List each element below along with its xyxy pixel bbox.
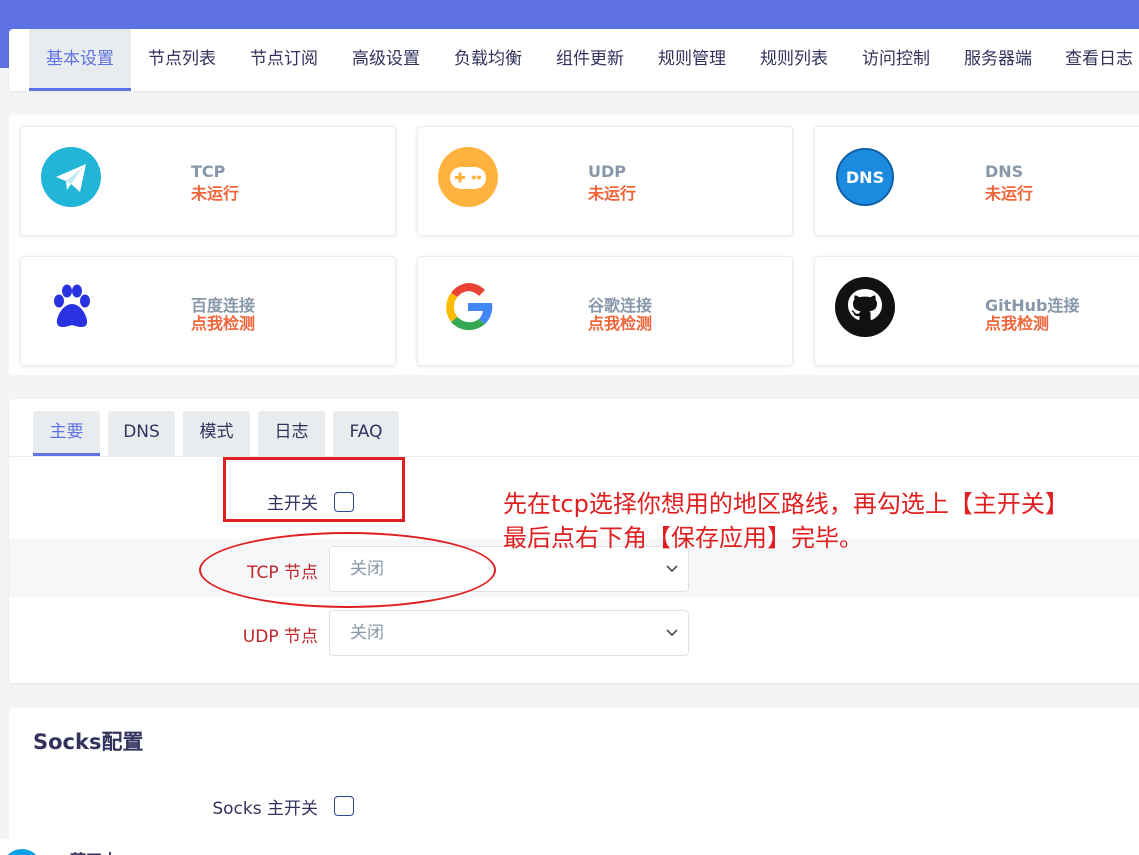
udp-node-label: UDP 节点 <box>242 627 318 647</box>
status-card-baidu[interactable]: 百度连接 点我检测 <box>20 256 396 366</box>
annotation-line-1: 先在tcp选择你想用的地区路线，再勾选上【主开关】 <box>503 490 1069 518</box>
status-panel: TCP 未运行 UDP 未运行 DNS DNS 未运行 百度连接 点我检测 谷歌… <box>9 115 1139 375</box>
tab-access-control[interactable]: 访问控制 <box>845 29 947 91</box>
subtab-log[interactable]: 日志 <box>258 411 325 456</box>
annotation-line-2: 最后点右下角【保存应用】完毕。 <box>503 524 863 552</box>
tab-advanced-settings[interactable]: 高级设置 <box>335 29 437 91</box>
gamepad-icon <box>438 147 498 207</box>
subtab-faq[interactable]: FAQ <box>333 411 399 456</box>
status-card-dns: DNS DNS 未运行 <box>814 126 1139 236</box>
udp-node-select-value: 关闭 <box>350 623 384 643</box>
card-title: UDP <box>588 162 626 181</box>
footer-partial: 蓝四中 <box>0 839 1139 855</box>
socks-panel: Socks配置 Socks 主开关 <box>9 708 1139 843</box>
subtab-divider <box>9 456 1139 457</box>
status-card-google[interactable]: 谷歌连接 点我检测 <box>417 256 793 366</box>
google-g-icon <box>438 277 498 337</box>
main-switch-label: 主开关 <box>267 494 318 514</box>
subtab-mode[interactable]: 模式 <box>183 411 250 456</box>
tcp-node-select-value: 关闭 <box>350 559 384 579</box>
socks-switch-label: Socks 主开关 <box>212 799 318 819</box>
github-icon <box>835 277 895 337</box>
tab-server-side[interactable]: 服务器端 <box>947 29 1049 91</box>
status-card-udp: UDP 未运行 <box>417 126 793 236</box>
card-title: TCP <box>191 162 226 181</box>
subtab-main[interactable]: 主要 <box>33 411 100 456</box>
card-status-value: 未运行 <box>985 184 1034 203</box>
card-status-value: 未运行 <box>191 184 240 203</box>
udp-node-select[interactable]: 关闭 <box>329 610 689 656</box>
chevron-down-icon <box>666 611 678 655</box>
tab-rule-list[interactable]: 规则列表 <box>743 29 845 91</box>
annotation-text: 先在tcp选择你想用的地区路线，再勾选上【主开关】 最后点右下角【保存应用】完毕… <box>503 487 1069 555</box>
tab-node-list[interactable]: 节点列表 <box>131 29 233 91</box>
tab-basic-settings[interactable]: 基本设置 <box>29 29 131 91</box>
svg-text:DNS: DNS <box>846 168 884 187</box>
main-switch-checkbox[interactable] <box>334 492 354 512</box>
main-tab-bar: 基本设置 节点列表 节点订阅 高级设置 负载均衡 组件更新 规则管理 规则列表 … <box>9 29 1139 91</box>
tab-node-subscribe[interactable]: 节点订阅 <box>233 29 335 91</box>
dns-icon: DNS <box>835 147 895 207</box>
check-link[interactable]: 点我检测 <box>985 310 1049 334</box>
status-card-github[interactable]: GitHub连接 点我检测 <box>814 256 1139 366</box>
card-title: DNS <box>985 162 1024 181</box>
tab-view-logs[interactable]: 查看日志 <box>1049 29 1139 91</box>
card-status-value: 未运行 <box>588 184 637 203</box>
tab-component-update[interactable]: 组件更新 <box>539 29 641 91</box>
telegram-plane-icon <box>41 147 101 207</box>
baidu-paw-icon <box>41 277 101 337</box>
tab-rule-management[interactable]: 规则管理 <box>641 29 743 91</box>
subtab-dns[interactable]: DNS <box>108 411 175 456</box>
socks-switch-checkbox[interactable] <box>334 796 354 816</box>
check-link[interactable]: 点我检测 <box>588 310 652 334</box>
footer-name: 蓝四中 <box>70 847 118 855</box>
tab-load-balance[interactable]: 负载均衡 <box>437 29 539 91</box>
check-link[interactable]: 点我检测 <box>191 310 255 334</box>
status-card-tcp: TCP 未运行 <box>20 126 396 236</box>
socks-section-title: Socks配置 <box>33 730 144 754</box>
avatar <box>2 849 42 855</box>
tcp-node-label: TCP 节点 <box>247 563 318 583</box>
